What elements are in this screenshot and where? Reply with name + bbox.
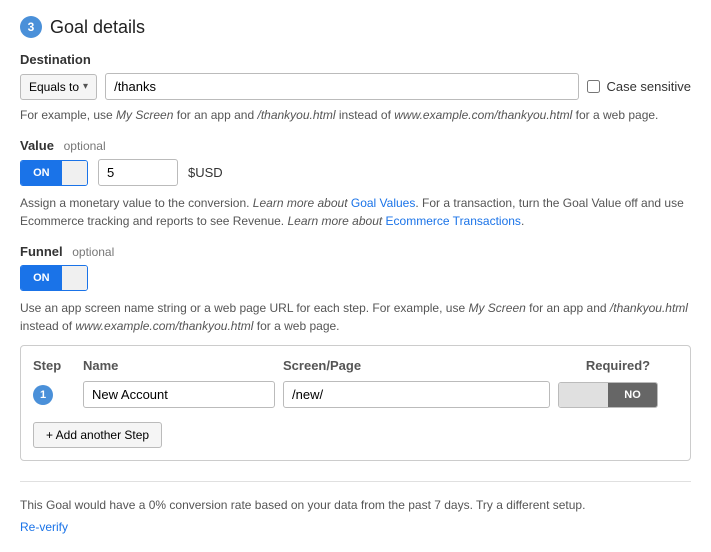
funnel-section: Funnel optional ON Use an app screen nam… bbox=[20, 244, 691, 461]
add-step-button[interactable]: + Add another Step bbox=[33, 422, 162, 448]
bottom-notice: This Goal would have a 0% conversion rat… bbox=[20, 481, 691, 536]
operator-label: Equals to bbox=[29, 80, 79, 94]
col-required-header: Required? bbox=[558, 358, 678, 373]
required-cell: NO bbox=[558, 382, 678, 408]
funnel-toggle-off-area bbox=[62, 266, 87, 290]
destination-hint: For example, use My Screen for an app an… bbox=[20, 106, 691, 124]
case-sensitive-label: Case sensitive bbox=[606, 79, 691, 94]
col-name-header: Name bbox=[83, 358, 283, 373]
step-number-badge: 3 bbox=[20, 16, 42, 38]
funnel-table: Step Name Screen/Page Required? 1 NO bbox=[20, 345, 691, 461]
case-sensitive-row: Case sensitive bbox=[587, 79, 691, 94]
funnel-toggle-on-label: ON bbox=[21, 266, 62, 290]
value-label: Value optional bbox=[20, 138, 691, 153]
funnel-optional: optional bbox=[72, 245, 114, 259]
section-header: 3 Goal details bbox=[20, 16, 691, 38]
screen-cell bbox=[283, 381, 558, 408]
required-toggle[interactable]: NO bbox=[558, 382, 658, 408]
equals-to-dropdown[interactable]: Equals to ▾ bbox=[20, 74, 97, 100]
reverify-link[interactable]: Re-verify bbox=[20, 518, 691, 536]
step-screen-input[interactable] bbox=[283, 381, 550, 408]
table-row: 1 NO bbox=[33, 381, 678, 408]
name-cell bbox=[83, 381, 283, 408]
destination-row: Equals to ▾ Case sensitive bbox=[20, 73, 691, 100]
toggle-off-area bbox=[62, 161, 87, 185]
destination-section: Destination Equals to ▾ Case sensitive F… bbox=[20, 52, 691, 124]
col-step-header: Step bbox=[33, 358, 83, 373]
destination-label: Destination bbox=[20, 52, 691, 67]
step-name-input[interactable] bbox=[83, 381, 275, 408]
value-section: Value optional ON $USD Assign a monetary… bbox=[20, 138, 691, 230]
value-optional: optional bbox=[64, 139, 106, 153]
funnel-toggle[interactable]: ON bbox=[20, 265, 88, 291]
conversion-notice-text: This Goal would have a 0% conversion rat… bbox=[20, 498, 585, 512]
required-no-option: NO bbox=[608, 383, 657, 407]
funnel-hint: Use an app screen name string or a web p… bbox=[20, 299, 691, 335]
funnel-toggle-row: ON bbox=[20, 265, 691, 291]
destination-url-input[interactable] bbox=[105, 73, 579, 100]
goal-values-link[interactable]: Goal Values bbox=[351, 196, 415, 210]
col-screen-header: Screen/Page bbox=[283, 358, 558, 373]
dropdown-arrow-icon: ▾ bbox=[83, 81, 88, 92]
ecommerce-transactions-link[interactable]: Ecommerce Transactions bbox=[386, 214, 521, 228]
funnel-table-header: Step Name Screen/Page Required? bbox=[33, 358, 678, 373]
value-toggle[interactable]: ON bbox=[20, 160, 88, 186]
funnel-label: Funnel optional bbox=[20, 244, 691, 259]
currency-label: $USD bbox=[188, 165, 223, 180]
case-sensitive-checkbox[interactable] bbox=[587, 80, 600, 93]
value-row: ON $USD bbox=[20, 159, 691, 186]
step-circle-1: 1 bbox=[33, 385, 53, 405]
value-hint: Assign a monetary value to the conversio… bbox=[20, 194, 691, 230]
section-title: Goal details bbox=[50, 17, 145, 38]
required-yes-option bbox=[559, 383, 608, 407]
toggle-on-label: ON bbox=[21, 161, 62, 185]
step-cell: 1 bbox=[33, 385, 83, 405]
value-amount-input[interactable] bbox=[98, 159, 178, 186]
